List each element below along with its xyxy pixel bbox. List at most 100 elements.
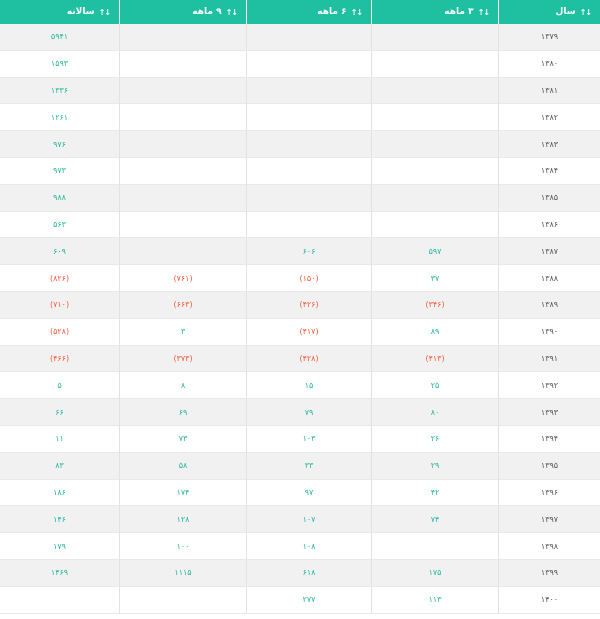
cell-value <box>371 24 498 51</box>
cell-value <box>119 586 246 614</box>
cell-year: ۱۳۸۷ <box>498 238 600 266</box>
data-table: ↓↑ سال ↓↑ ۳ ماهه ↓↑ ۶ ماهه ↓↑ ۹ ماهه ↓↑ سالان… <box>0 0 600 614</box>
sort-icon[interactable]: ↓↑ <box>99 8 111 17</box>
cell-value <box>119 184 246 212</box>
table-row: ۱۳۸۰ ۱۵۹۳ <box>0 50 600 78</box>
cell-value: ۱۱۱۵ <box>119 559 246 587</box>
header-6-month[interactable]: ↓↑ ۶ ماهه <box>246 0 371 24</box>
cell-value: ۵ <box>0 372 119 400</box>
cell-value: ۱۴۶ <box>0 506 119 534</box>
cell-year: ۱۳۸۲ <box>498 104 600 132</box>
cell-value: ۹۷۶ <box>0 131 119 158</box>
cell-value: ۱۵ <box>246 372 371 400</box>
table-row: ۱۳۹۰ ۸۹ (۴۱۷) ۳ (۵۲۸) <box>0 318 600 346</box>
cell-value: ۱۵۹۳ <box>0 51 119 78</box>
cell-year: ۱۳۸۸ <box>498 265 600 292</box>
cell-value <box>246 24 371 51</box>
cell-value: ۱۳۳۶ <box>0 78 119 105</box>
table-row: ۱۳۹۷ ۷۴ ۱۰۷ ۱۲۸ ۱۴۶ <box>0 506 600 534</box>
table-row: ۱۳۷۹ ۵۹۴۱ <box>0 24 600 51</box>
cell-value <box>119 131 246 158</box>
cell-value: (۶۶۳) <box>119 291 246 319</box>
cell-value <box>119 157 246 185</box>
header-3-month[interactable]: ↓↑ ۳ ماهه <box>371 0 498 24</box>
header-label: ۹ ماهه <box>192 7 222 17</box>
cell-year: ۱۳۸۵ <box>498 184 600 212</box>
cell-year: ۱۴۰۰ <box>498 586 600 614</box>
cell-value <box>119 104 246 132</box>
header-label: ۶ ماهه <box>317 7 347 17</box>
table-row: ۱۳۸۱ ۱۳۳۶ <box>0 77 600 105</box>
cell-value <box>371 157 498 185</box>
header-label: سال <box>555 7 576 17</box>
cell-value: (۱۵۰) <box>246 265 371 292</box>
cell-value: ۵۸ <box>119 452 246 480</box>
cell-year: ۱۳۷۹ <box>498 24 600 51</box>
cell-year: ۱۳۹۶ <box>498 479 600 507</box>
cell-year: ۱۳۹۱ <box>498 345 600 373</box>
cell-year: ۱۳۹۹ <box>498 559 600 587</box>
cell-value: ۷۴ <box>371 506 498 534</box>
cell-value: ۵۹۷ <box>371 238 498 266</box>
header-9-month[interactable]: ↓↑ ۹ ماهه <box>119 0 246 24</box>
cell-value: ۱۲۶۱ <box>0 104 119 132</box>
table-header: ↓↑ سال ↓↑ ۳ ماهه ↓↑ ۶ ماهه ↓↑ ۹ ماهه ↓↑ سالان… <box>0 0 600 24</box>
cell-value: ۸۳ <box>0 453 119 480</box>
cell-value: ۳ <box>119 318 246 346</box>
cell-value <box>246 77 371 105</box>
cell-value <box>119 238 246 266</box>
sort-icon[interactable]: ↓↑ <box>478 8 490 17</box>
cell-value: ۵۶۳ <box>0 212 119 239</box>
cell-value: ۸ <box>119 372 246 400</box>
sort-icon[interactable]: ↓↑ <box>580 8 592 17</box>
header-label: ۳ ماهه <box>444 7 474 17</box>
sort-icon[interactable]: ↓↑ <box>351 8 363 17</box>
cell-value: ۹۸۸ <box>0 185 119 212</box>
cell-year: ۱۳۹۳ <box>498 399 600 426</box>
cell-value <box>0 587 119 614</box>
sort-icon[interactable]: ↓↑ <box>226 8 238 17</box>
cell-value <box>246 50 371 78</box>
cell-value <box>371 131 498 158</box>
table-row: ۱۳۹۳ ۸۰ ۷۹ ۶۹ ۶۶ <box>0 399 600 426</box>
cell-year: ۱۳۹۵ <box>498 452 600 480</box>
table-row: ۱۳۹۸ ۱۰۸ ۱۰۰ ۱۷۹ <box>0 533 600 560</box>
cell-value <box>371 533 498 560</box>
table-row: ۱۳۸۸ ۳۷ (۱۵۰) (۷۶۱) (۸۲۶) <box>0 265 600 292</box>
table-row: ۱۳۸۳ ۹۷۶ <box>0 131 600 158</box>
cell-year: ۱۳۸۱ <box>498 77 600 105</box>
cell-year: ۱۳۹۴ <box>498 425 600 453</box>
cell-value: ۱۱۳ <box>371 586 498 614</box>
cell-value: ۱۰۰ <box>119 533 246 560</box>
table-row: ۱۳۸۷ ۵۹۷ ۶۰۶ ۶۰۹ <box>0 238 600 266</box>
cell-year: ۱۳۸۴ <box>498 157 600 185</box>
header-annual[interactable]: ↓↑ سالانه <box>0 0 119 24</box>
cell-value: ۴۲ <box>371 479 498 507</box>
cell-year: ۱۳۹۰ <box>498 318 600 346</box>
table-row: ۱۳۸۲ ۱۲۶۱ <box>0 104 600 132</box>
cell-value: (۴۶۶) <box>0 346 119 373</box>
cell-value: ۱۰۸ <box>246 533 371 560</box>
cell-year: ۱۳۹۷ <box>498 506 600 534</box>
cell-value: ۲۹ <box>371 452 498 480</box>
cell-value <box>246 157 371 185</box>
cell-year: ۱۳۸۶ <box>498 211 600 239</box>
cell-value: ۱۸۶ <box>0 480 119 507</box>
cell-year: ۱۳۸۳ <box>498 131 600 158</box>
table-row: ۱۴۰۰ ۱۱۳ ۲۷۷ <box>0 586 600 614</box>
cell-value <box>119 211 246 239</box>
cell-value: (۵۲۸) <box>0 319 119 346</box>
cell-value: ۱۷۴ <box>119 479 246 507</box>
cell-value: (۷۱۰) <box>0 292 119 319</box>
cell-value <box>371 184 498 212</box>
cell-year: ۱۳۸۰ <box>498 50 600 78</box>
cell-value: ۶۹ <box>119 399 246 426</box>
cell-value <box>246 211 371 239</box>
cell-year: ۱۳۹۸ <box>498 533 600 560</box>
cell-value: (۸۲۶) <box>0 265 119 292</box>
cell-value: ۶۰۶ <box>246 238 371 266</box>
cell-value: ۲۷۷ <box>246 586 371 614</box>
cell-value: (۴۲۶) <box>246 291 371 319</box>
header-year[interactable]: ↓↑ سال <box>498 0 600 24</box>
cell-value: ۵۹۴۱ <box>0 24 119 51</box>
